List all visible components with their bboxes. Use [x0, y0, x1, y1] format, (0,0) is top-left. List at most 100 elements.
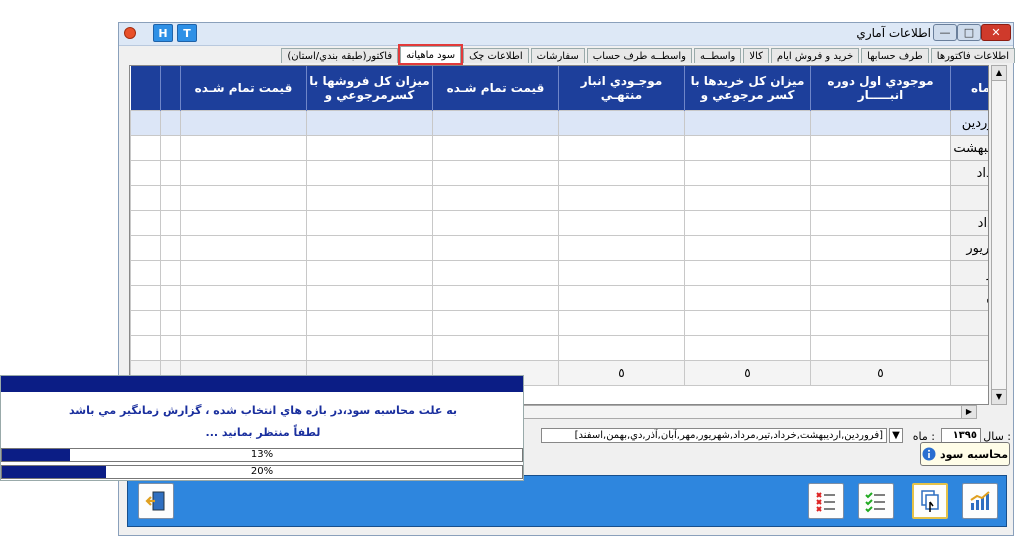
value-cell[interactable] — [180, 135, 307, 161]
value-cell[interactable] — [180, 260, 307, 286]
tab-broker[interactable]: واسطــه — [693, 48, 742, 63]
value-cell[interactable] — [130, 235, 161, 261]
value-cell[interactable] — [810, 285, 951, 311]
year-spinner[interactable]: ١٣٩٥ — [941, 428, 981, 443]
value-cell[interactable] — [810, 110, 951, 136]
value-cell[interactable] — [432, 185, 559, 211]
value-cell[interactable] — [684, 110, 811, 136]
column-header[interactable]: قيمت تمام شـده — [432, 66, 559, 111]
value-cell[interactable] — [558, 335, 685, 361]
tab-invoices[interactable]: اطلاعات فاكتورها — [930, 48, 1015, 63]
close-button[interactable]: ✕ — [981, 24, 1011, 41]
value-cell[interactable] — [306, 310, 433, 336]
value-cell[interactable] — [558, 210, 685, 236]
value-cell[interactable] — [810, 185, 951, 211]
column-header[interactable]: موجودي اول دوره انبـــــار — [810, 66, 951, 111]
value-cell[interactable] — [130, 260, 161, 286]
value-cell[interactable] — [684, 160, 811, 186]
month-cell[interactable]: مرداد — [950, 210, 988, 236]
minimize-button[interactable]: — — [933, 24, 957, 41]
value-cell[interactable] — [180, 110, 307, 136]
h-button[interactable]: H — [153, 24, 173, 42]
checklist-button[interactable] — [858, 483, 894, 519]
table-row[interactable]: آذر — [130, 310, 988, 336]
month-cell[interactable]: تير — [950, 185, 988, 211]
value-cell[interactable] — [130, 110, 161, 136]
table-row[interactable]: ارديبهشت — [130, 135, 988, 161]
value-cell[interactable] — [306, 160, 433, 186]
month-cell[interactable]: ارديبهشت — [950, 135, 988, 161]
column-header[interactable]: ميزان كل خريدها با كسر مرجوعي و — [684, 66, 811, 111]
value-cell[interactable] — [432, 160, 559, 186]
value-cell[interactable] — [558, 135, 685, 161]
value-cell[interactable] — [160, 110, 181, 136]
tab-accounts[interactable]: طرف حسابها — [861, 48, 929, 63]
value-cell[interactable] — [130, 210, 161, 236]
value-cell[interactable] — [160, 260, 181, 286]
month-cell[interactable]: فروردين — [950, 110, 988, 136]
tab-monthly-profit[interactable]: سود ماهيانه — [398, 44, 464, 65]
value-cell[interactable] — [684, 260, 811, 286]
month-dropdown-button[interactable]: ▼ — [889, 428, 903, 443]
value-cell[interactable] — [160, 335, 181, 361]
report-list-button[interactable] — [808, 483, 844, 519]
value-cell[interactable] — [306, 235, 433, 261]
value-cell[interactable] — [558, 260, 685, 286]
value-cell[interactable] — [306, 185, 433, 211]
month-cell[interactable]: آبان — [950, 285, 988, 311]
value-cell[interactable] — [558, 235, 685, 261]
maximize-button[interactable]: □ — [957, 24, 981, 41]
value-cell[interactable] — [160, 160, 181, 186]
value-cell[interactable] — [180, 160, 307, 186]
value-cell[interactable] — [684, 235, 811, 261]
value-cell[interactable] — [810, 135, 951, 161]
t-button[interactable]: T — [177, 24, 197, 42]
value-cell[interactable] — [684, 135, 811, 161]
value-cell[interactable] — [558, 160, 685, 186]
value-cell[interactable] — [810, 310, 951, 336]
value-cell[interactable] — [160, 285, 181, 311]
tab-daily-trade[interactable]: خريد و فروش ايام — [770, 48, 860, 63]
month-cell[interactable]: آذر — [950, 310, 988, 336]
tab-invoice-province[interactable]: فاكتور(طبقه بندي/استان) — [281, 48, 399, 63]
month-cell[interactable]: دي — [950, 335, 988, 361]
value-cell[interactable] — [810, 260, 951, 286]
vertical-scrollbar[interactable]: ▲ ▼ — [991, 65, 1007, 405]
value-cell[interactable] — [306, 135, 433, 161]
value-cell[interactable] — [558, 110, 685, 136]
month-selection-field[interactable]: [فروردين,ارديبهشت,خرداد,تير,مرداد,شهريور… — [541, 428, 887, 443]
value-cell[interactable] — [130, 285, 161, 311]
value-cell[interactable] — [684, 285, 811, 311]
exit-button[interactable] — [138, 483, 174, 519]
value-cell[interactable] — [130, 185, 161, 211]
value-cell[interactable] — [180, 235, 307, 261]
month-cell[interactable]: خرداد — [950, 160, 988, 186]
value-cell[interactable] — [810, 235, 951, 261]
value-cell[interactable] — [432, 235, 559, 261]
value-cell[interactable] — [810, 210, 951, 236]
table-row[interactable]: شهريور — [130, 235, 988, 261]
value-cell[interactable] — [684, 210, 811, 236]
column-header[interactable]: موجـودي انبار منتهـي — [558, 66, 685, 111]
value-cell[interactable] — [306, 210, 433, 236]
value-cell[interactable] — [684, 310, 811, 336]
table-row[interactable]: فروردين — [130, 110, 988, 136]
value-cell[interactable] — [130, 310, 161, 336]
tab-goods[interactable]: كالا — [743, 48, 769, 63]
value-cell[interactable] — [130, 135, 161, 161]
value-cell[interactable] — [432, 260, 559, 286]
value-cell[interactable] — [810, 160, 951, 186]
value-cell[interactable] — [306, 285, 433, 311]
value-cell[interactable] — [306, 335, 433, 361]
table-row[interactable]: مرداد — [130, 210, 988, 236]
value-cell[interactable] — [180, 310, 307, 336]
value-cell[interactable] — [684, 185, 811, 211]
scroll-up-button[interactable]: ▲ — [992, 66, 1006, 81]
value-cell[interactable] — [558, 285, 685, 311]
table-row[interactable]: مهر — [130, 260, 988, 286]
tab-orders[interactable]: سفارشات — [530, 48, 585, 63]
value-cell[interactable] — [432, 210, 559, 236]
table-row[interactable]: خرداد — [130, 160, 988, 186]
value-cell[interactable] — [180, 210, 307, 236]
value-cell[interactable] — [558, 310, 685, 336]
